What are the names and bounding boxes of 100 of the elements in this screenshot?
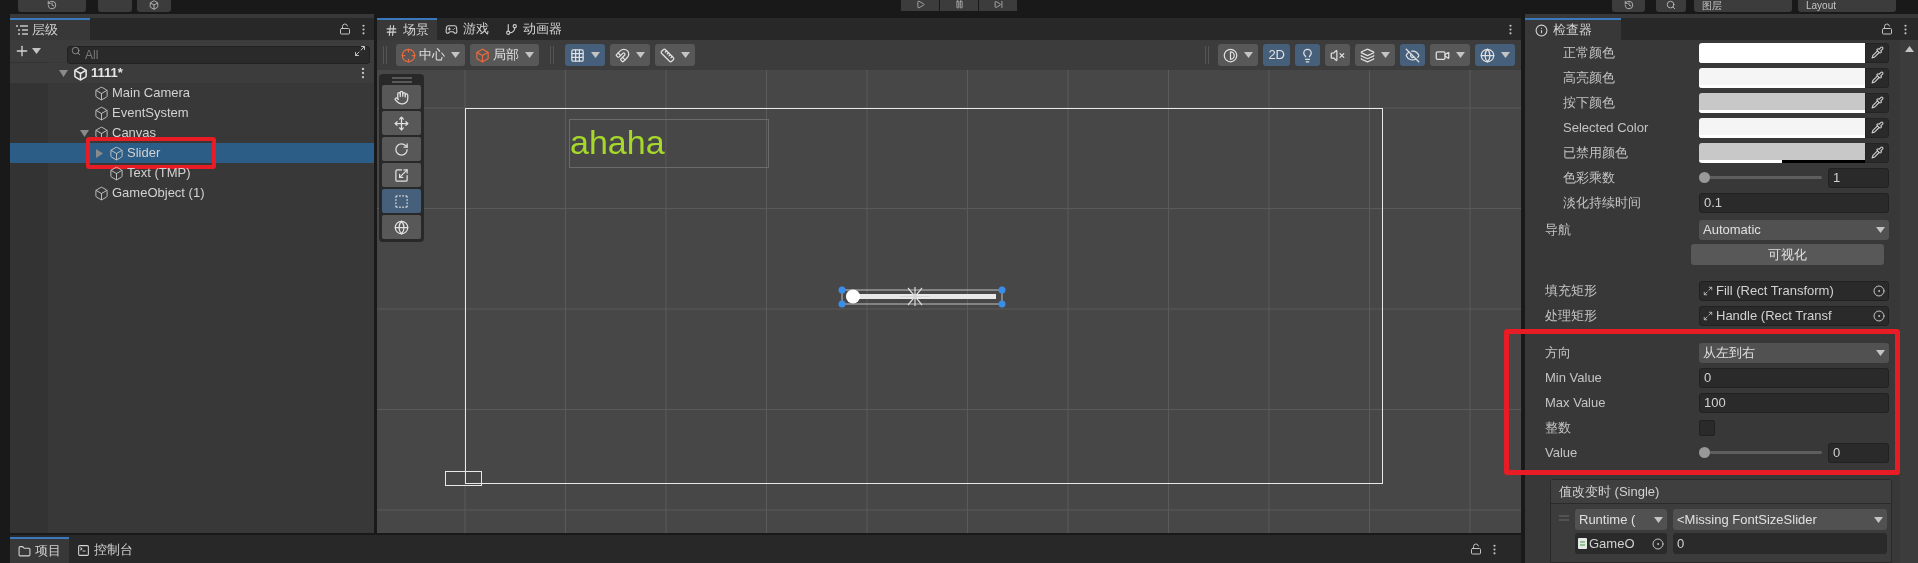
- unity-logo-icon: [73, 65, 88, 81]
- runtime-dropdown[interactable]: Runtime (: [1575, 509, 1667, 530]
- color-swatch[interactable]: [1699, 42, 1865, 63]
- scene-view[interactable]: ahaha: [377, 70, 1521, 533]
- hierarchy-item[interactable]: GameObject (1): [10, 183, 374, 203]
- slider-thumb[interactable]: [1699, 172, 1710, 183]
- toolbar-button[interactable]: [1218, 44, 1259, 66]
- pivot-icon: [401, 47, 416, 63]
- toolbar-button[interactable]: [565, 44, 605, 66]
- panel-tab[interactable]: 控制台: [69, 537, 141, 563]
- function-dropdown[interactable]: <Missing FontSizeSlider: [1673, 509, 1887, 530]
- tool-button[interactable]: [382, 215, 421, 239]
- play-icon[interactable]: [915, 0, 925, 9]
- tool-button[interactable]: [382, 189, 421, 213]
- eyedropper-icon[interactable]: [1870, 46, 1884, 59]
- field-label: 已禁用颜色: [1562, 143, 1629, 162]
- layers-icon: [1360, 47, 1375, 63]
- expanded-arrow-icon[interactable]: [58, 68, 68, 78]
- toolbar-button[interactable]: [1400, 44, 1425, 66]
- eyedropper-icon[interactable]: [1870, 71, 1884, 84]
- hierarchy-item[interactable]: EventSystem: [10, 103, 374, 123]
- toolbar-button[interactable]: [1355, 44, 1395, 66]
- list-icon: [16, 25, 28, 35]
- eyedropper-icon[interactable]: [1870, 96, 1884, 109]
- editor-tab[interactable]: 场景: [377, 18, 437, 40]
- editor-tab[interactable]: 游戏: [437, 18, 497, 40]
- toolbar-button[interactable]: 中心: [396, 44, 465, 66]
- toolbar-button[interactable]: [655, 44, 695, 66]
- toolbar-button[interactable]: [1295, 44, 1320, 66]
- layout-dropdown[interactable]: Layout: [1798, 0, 1896, 12]
- color-swatch[interactable]: [1699, 142, 1865, 163]
- inspector-tab[interactable]: 检查器: [1525, 18, 1621, 40]
- color-swatch[interactable]: [1699, 117, 1865, 138]
- tool-button[interactable]: [382, 111, 421, 135]
- toolbar-button[interactable]: [610, 44, 650, 66]
- color-swatch[interactable]: [1699, 92, 1865, 113]
- 2d-toggle[interactable]: 2D: [1263, 44, 1290, 66]
- editor-tab[interactable]: 动画器: [497, 18, 570, 40]
- package-icon[interactable]: [149, 0, 159, 10]
- scene-header[interactable]: 1111*: [10, 63, 374, 83]
- rect-icon: [394, 193, 409, 209]
- search-field[interactable]: All: [67, 46, 370, 64]
- item-label: Slider: [127, 144, 161, 163]
- toolbar-button[interactable]: [1475, 44, 1515, 66]
- color-swatch[interactable]: [1699, 67, 1865, 88]
- expanded-arrow-icon[interactable]: [79, 128, 89, 138]
- slider[interactable]: [1699, 446, 1822, 459]
- number-field[interactable]: 100: [1699, 392, 1889, 413]
- dropdown[interactable]: Automatic: [1699, 219, 1889, 240]
- history-icon[interactable]: [47, 0, 57, 10]
- tool-button[interactable]: [382, 85, 421, 109]
- object-field[interactable]: GameO: [1575, 533, 1667, 554]
- history-icon[interactable]: [1623, 0, 1634, 10]
- search-icon[interactable]: [1666, 0, 1676, 10]
- hierarchy-tab[interactable]: 层级: [10, 18, 90, 40]
- object-field[interactable]: Fill (Rect Transform): [1699, 280, 1889, 301]
- field-label: 导航: [1544, 220, 1572, 239]
- eyedropper-icon[interactable]: [1870, 121, 1884, 134]
- lock-icon[interactable]: [1881, 23, 1893, 35]
- pause-icon[interactable]: [954, 0, 964, 9]
- add-button[interactable]: [14, 43, 41, 59]
- toolbar-button[interactable]: [1430, 44, 1470, 66]
- scroll-up-icon[interactable]: [1904, 46, 1914, 52]
- number-field[interactable]: 0: [1699, 367, 1889, 388]
- plus-icon: [14, 43, 30, 59]
- toolbar-button[interactable]: 局部: [470, 44, 539, 66]
- lock-icon[interactable]: [1470, 543, 1482, 555]
- grid-icon: [570, 47, 585, 63]
- tool-button[interactable]: [382, 137, 421, 161]
- number-field[interactable]: 0.1: [1699, 192, 1889, 213]
- object-picker-icon[interactable]: [1873, 309, 1885, 322]
- hierarchy-item[interactable]: Main Camera: [10, 83, 374, 103]
- object-picker-icon[interactable]: [1652, 537, 1664, 550]
- toolbar-button[interactable]: [1325, 44, 1350, 66]
- eyedropper-icon[interactable]: [1870, 146, 1884, 159]
- panel-tab[interactable]: 项目: [10, 537, 69, 563]
- number-field[interactable]: 0: [1828, 442, 1889, 463]
- item-label: EventSystem: [112, 104, 189, 123]
- dropdown[interactable]: 从左到右: [1699, 342, 1889, 363]
- scrollbar[interactable]: [1900, 40, 1918, 563]
- argument-field[interactable]: 0: [1673, 533, 1887, 554]
- slider[interactable]: [1699, 171, 1822, 184]
- slider-gizmo-drawing[interactable]: [838, 286, 1006, 308]
- hierarchy-item[interactable]: Slider: [10, 143, 374, 163]
- hierarchy-item[interactable]: Text (TMP): [10, 163, 374, 183]
- hierarchy-item[interactable]: Canvas: [10, 123, 374, 143]
- layers-dropdown[interactable]: 图层: [1694, 0, 1792, 12]
- grip-icon[interactable]: [391, 77, 412, 83]
- eye-off-icon: [1405, 47, 1420, 63]
- object-picker-icon[interactable]: [1873, 284, 1885, 297]
- visualize-button[interactable]: 可视化: [1691, 244, 1884, 265]
- tool-button[interactable]: [382, 163, 421, 187]
- object-field[interactable]: Handle (Rect Transf: [1699, 305, 1889, 326]
- transform-icon: [394, 219, 409, 235]
- lock-icon[interactable]: [339, 23, 351, 35]
- expand-icon[interactable]: [354, 45, 366, 57]
- step-icon[interactable]: [993, 0, 1003, 9]
- number-field[interactable]: 1: [1828, 167, 1889, 188]
- scene-text[interactable]: ahaha: [570, 122, 665, 162]
- slider-thumb[interactable]: [1699, 447, 1710, 458]
